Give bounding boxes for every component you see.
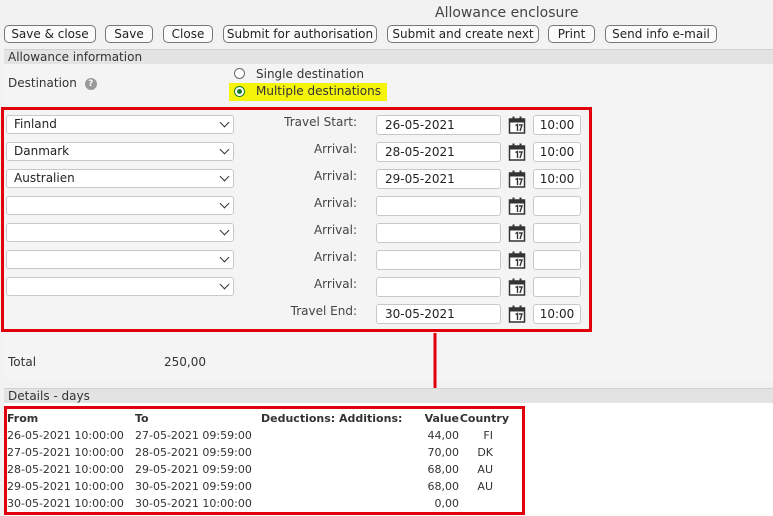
details-section-header: Details - days bbox=[4, 388, 773, 403]
annotation-box-destinations bbox=[1, 107, 592, 332]
save-and-close-button[interactable]: Save & close bbox=[4, 25, 96, 43]
single-destination-label: Single destination bbox=[256, 67, 364, 81]
save-button[interactable]: Save bbox=[105, 25, 153, 43]
multiple-destinations-label: Multiple destinations bbox=[256, 84, 381, 98]
single-destination-radio[interactable] bbox=[234, 68, 245, 79]
help-icon[interactable]: ? bbox=[84, 77, 97, 90]
multiple-destinations-radio[interactable] bbox=[234, 86, 245, 97]
total-value: 250,00 bbox=[164, 355, 206, 369]
annotation-box-details bbox=[4, 406, 525, 515]
page-title: Allowance enclosure bbox=[435, 5, 579, 21]
close-button[interactable]: Close bbox=[163, 25, 213, 43]
send-info-email-button[interactable]: Send info e-mail bbox=[605, 25, 717, 43]
submit-and-create-next-button[interactable]: Submit and create next bbox=[387, 25, 539, 43]
submit-for-authorisation-button[interactable]: Submit for authorisation bbox=[223, 25, 377, 43]
destination-label: Destination bbox=[8, 76, 77, 90]
total-label: Total bbox=[8, 355, 37, 369]
print-button[interactable]: Print bbox=[548, 25, 595, 43]
allowance-section-header: Allowance information bbox=[4, 49, 773, 64]
destination-label-group: Destination ? bbox=[8, 76, 97, 90]
